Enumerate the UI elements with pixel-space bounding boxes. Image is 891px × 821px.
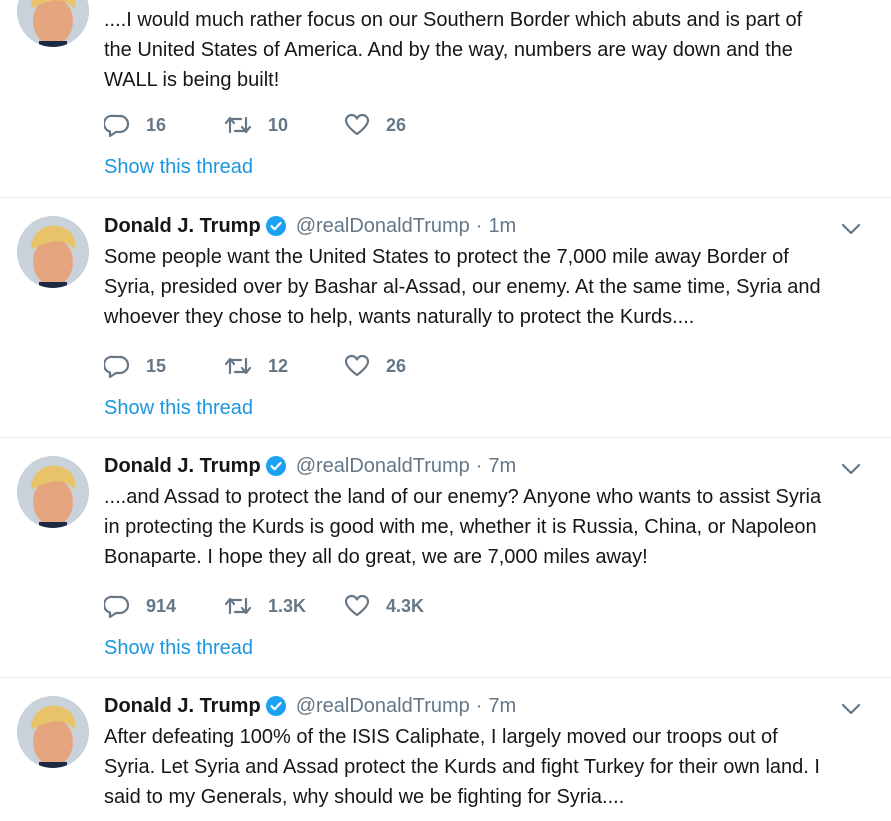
reply-button[interactable]: 914 <box>104 592 224 620</box>
heart-icon <box>344 594 370 617</box>
tweet[interactable]: ....I would much rather focus on our Sou… <box>0 0 891 198</box>
tweet-header: Donald J. Trump @realDonaldTrump · 7m <box>104 453 516 479</box>
like-count: 26 <box>386 355 407 376</box>
avatar[interactable] <box>17 216 89 288</box>
tweet-text: After defeating 100% of the ISIS Calipha… <box>104 726 820 808</box>
reply-button[interactable]: 16 <box>104 111 224 139</box>
separator-dot: · <box>475 454 483 477</box>
display-name[interactable]: Donald J. Trump <box>104 695 261 718</box>
like-count: 26 <box>386 114 407 135</box>
tweet[interactable]: Donald J. Trump @realDonaldTrump · 7m Af… <box>0 678 891 821</box>
tweet-text: ....and Assad to protect the land of our… <box>104 486 822 568</box>
user-handle[interactable]: @realDonaldTrump <box>296 695 470 718</box>
retweet-icon <box>224 597 252 615</box>
avatar[interactable] <box>17 0 89 47</box>
tweet-header: Donald J. Trump @realDonaldTrump · 7m <box>104 693 516 719</box>
show-thread-link[interactable]: Show this thread <box>104 156 253 179</box>
reply-count: 16 <box>146 114 167 135</box>
tweet[interactable]: Donald J. Trump @realDonaldTrump · 1m So… <box>0 198 891 438</box>
retweet-count: 10 <box>268 114 289 135</box>
like-button[interactable]: 4.3K <box>344 592 464 620</box>
verified-badge-icon <box>265 216 286 236</box>
retweet-button[interactable]: 10 <box>224 111 344 139</box>
reply-icon <box>104 355 130 378</box>
tweet[interactable]: Donald J. Trump @realDonaldTrump · 7m ..… <box>0 438 891 678</box>
show-thread-link[interactable]: Show this thread <box>104 397 253 420</box>
user-handle[interactable]: @realDonaldTrump <box>296 455 470 478</box>
tweet-timestamp[interactable]: 1m <box>488 215 516 238</box>
profile-photo-icon <box>17 696 89 768</box>
tweet-actions: 914 1.3K 4.3K <box>104 592 464 620</box>
retweet-count: 1.3K <box>268 595 307 616</box>
separator-dot: · <box>475 214 483 237</box>
avatar[interactable] <box>17 456 89 528</box>
retweet-count: 12 <box>268 355 289 376</box>
tweet-text: Some people want the United States to pr… <box>104 246 821 328</box>
heart-icon <box>344 354 370 377</box>
tweet-header: Donald J. Trump @realDonaldTrump · 1m <box>104 213 516 239</box>
reply-count: 15 <box>146 355 167 376</box>
tweet-actions: 15 12 26 <box>104 352 464 380</box>
display-name[interactable]: Donald J. Trump <box>104 455 261 478</box>
tweet-timestamp[interactable]: 7m <box>488 695 516 718</box>
profile-photo-icon <box>17 456 89 528</box>
chevron-down-icon[interactable] <box>841 462 861 476</box>
profile-photo-icon <box>17 0 89 47</box>
like-button[interactable]: 26 <box>344 111 464 139</box>
display-name[interactable]: Donald J. Trump <box>104 215 261 238</box>
profile-photo-icon <box>17 216 89 288</box>
verified-badge-icon <box>265 456 286 476</box>
heart-icon <box>344 113 370 136</box>
retweet-icon <box>224 357 252 375</box>
reply-count: 914 <box>146 595 177 616</box>
chevron-down-icon[interactable] <box>841 702 861 716</box>
tweet-actions: 16 10 26 <box>104 111 464 139</box>
retweet-button[interactable]: 12 <box>224 352 344 380</box>
like-button[interactable]: 26 <box>344 352 464 380</box>
tweet-text: ....I would much rather focus on our Sou… <box>104 9 803 91</box>
tweet-timeline: ....I would much rather focus on our Sou… <box>0 0 891 821</box>
reply-button[interactable]: 15 <box>104 352 224 380</box>
like-count: 4.3K <box>386 595 425 616</box>
reply-icon <box>104 114 130 137</box>
reply-icon <box>104 595 130 618</box>
tweet-timestamp[interactable]: 7m <box>488 455 516 478</box>
retweet-icon <box>224 116 252 134</box>
separator-dot: · <box>475 694 483 717</box>
chevron-down-icon[interactable] <box>841 222 861 236</box>
verified-badge-icon <box>265 696 286 716</box>
show-thread-link[interactable]: Show this thread <box>104 637 253 660</box>
user-handle[interactable]: @realDonaldTrump <box>296 215 470 238</box>
avatar[interactable] <box>17 696 89 768</box>
retweet-button[interactable]: 1.3K <box>224 592 344 620</box>
